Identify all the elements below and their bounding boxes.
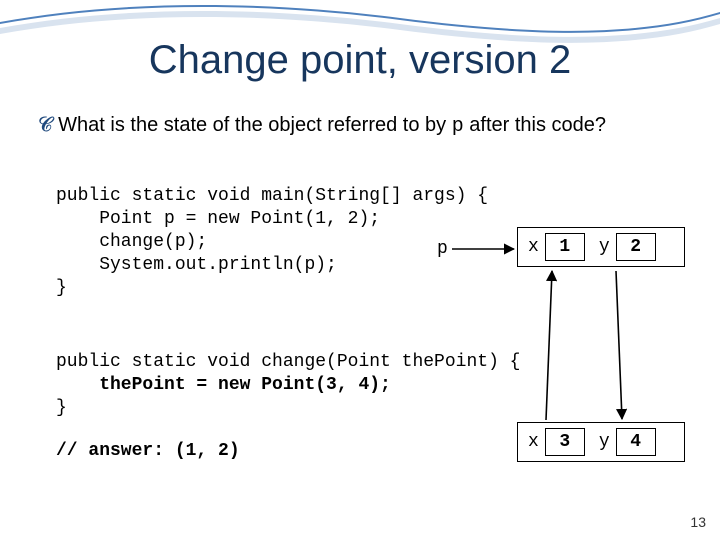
code-answer: // answer: (1, 2) — [56, 440, 240, 463]
question-pre: What is the state of the object referred… — [58, 114, 452, 136]
obj2-y-val: 4 — [616, 428, 656, 456]
answer-text: // answer: (1, 2) — [56, 441, 240, 461]
point-object-1: x 1 y 2 — [517, 227, 685, 267]
code-change-close: } — [56, 398, 67, 418]
code-change-body: thePoint = new Point(3, 4); — [56, 375, 391, 395]
question-post: after this code? — [464, 114, 606, 136]
obj1-y-val: 2 — [616, 233, 656, 261]
obj2-x-val: 3 — [545, 428, 585, 456]
point-object-2: x 3 y 4 — [517, 422, 685, 462]
obj1-x-val: 1 — [545, 233, 585, 261]
code-change-sig: public static void change(Point thePoint… — [56, 352, 520, 372]
slide-title: Change point, version 2 — [0, 38, 720, 83]
question-var: p — [452, 115, 464, 138]
obj2-y-label: y — [589, 432, 616, 452]
obj1-x-label: x — [518, 237, 545, 257]
p-var-label: p — [437, 239, 448, 259]
obj1-y-label: y — [589, 237, 616, 257]
page-number: 13 — [690, 514, 706, 530]
obj2-x-label: x — [518, 432, 545, 452]
code-main-method: public static void main(String[] args) {… — [56, 185, 488, 300]
code-change-method: public static void change(Point thePoint… — [56, 328, 520, 420]
question-bullet: 𝓒 What is the state of the object referr… — [38, 112, 682, 140]
question-text: What is the state of the object referred… — [58, 112, 606, 140]
bullet-icon: 𝓒 — [38, 112, 52, 138]
